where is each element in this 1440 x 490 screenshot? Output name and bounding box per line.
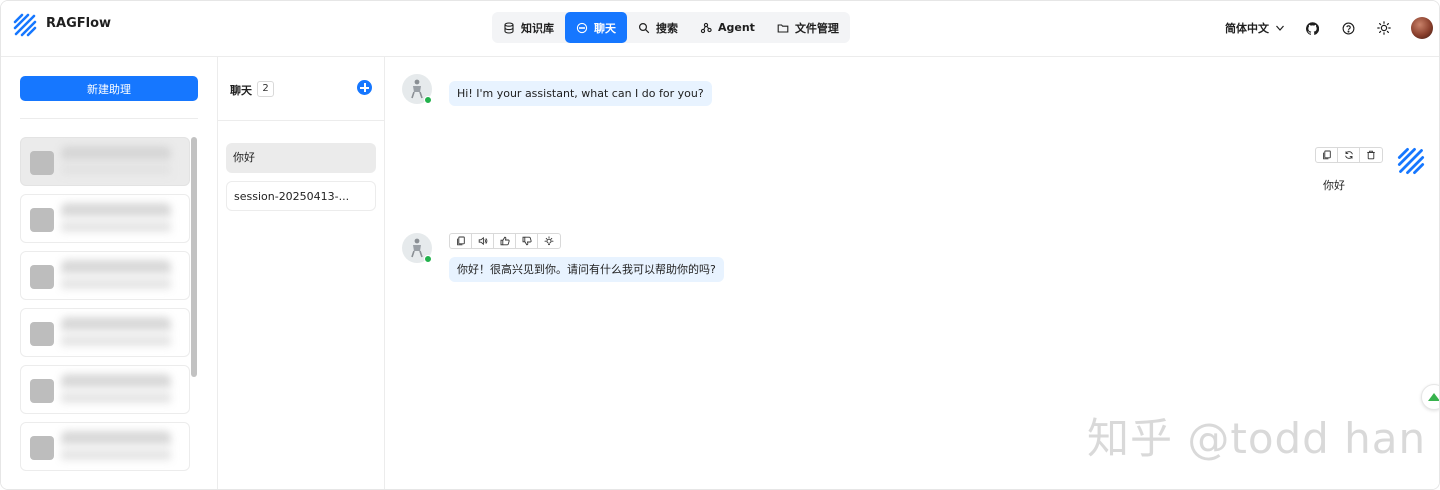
language-label: 简体中文 [1225,22,1269,35]
assistant-avatar [30,208,54,232]
session-panel: 聊天 2 你好 session-20250413-... [218,57,385,489]
main-nav: 知识库 聊天 搜索 Agent 文件管理 [492,12,850,43]
assistant-card[interactable] [20,194,190,243]
thumbs-down-icon[interactable] [516,234,538,248]
nav-label: 文件管理 [794,21,839,35]
agent-graph-icon [700,22,712,33]
header-tools: 简体中文 [1225,17,1433,39]
assistant-info-blurred [61,260,171,294]
nav-label: Agent [718,21,755,34]
assistant-reply-bubble: 你好！很高兴见到你。请问有什么我可以帮助你的吗? [449,257,724,282]
user-message-text: 你好 [1323,179,1345,192]
app-window: RAGFlow 知识库 聊天 搜索 Agent 文件管理 简体中文 新建助理 聊… [0,0,1440,490]
new-assistant-button[interactable]: 新建助理 [20,76,198,101]
user-ragflow-avatar-icon [1397,147,1425,175]
nav-knowledge-base[interactable]: 知识库 [492,12,565,43]
add-session-plus-icon[interactable] [357,80,372,95]
chat-bubble-icon [576,22,588,33]
assistant-avatar [30,322,54,346]
assistant-info-blurred [61,203,171,237]
nav-label: 知识库 [521,21,554,35]
session-item[interactable]: session-20250413-... [226,181,376,211]
user-avatar[interactable] [1411,17,1433,39]
assistant-card[interactable] [20,422,190,471]
language-select[interactable]: 简体中文 [1225,20,1285,36]
session-item[interactable]: 你好 [226,143,376,173]
online-status-dot [424,255,432,263]
folder-icon [777,23,789,33]
floating-widget-icon[interactable] [1421,384,1439,410]
assistant-avatar [30,151,54,175]
assistant-greeting-bubble: Hi! I'm your assistant, what can I do fo… [449,81,712,106]
assistant-message-actions [449,233,561,249]
assistant-info-blurred [61,431,171,465]
assistant-card[interactable] [20,308,190,357]
session-panel-header: 聊天 2 [218,57,384,121]
nav-file-management[interactable]: 文件管理 [766,12,850,43]
divider [20,118,198,119]
database-icon [504,21,514,34]
assistant-list [20,137,190,479]
assistant-avatar [30,265,54,289]
copy-icon[interactable] [450,234,472,248]
assistant-avatar [30,379,54,403]
assistant-card[interactable] [20,251,190,300]
assistant-info-blurred [61,374,171,408]
github-icon[interactable] [1303,19,1321,37]
nav-agent[interactable]: Agent [689,12,766,43]
thumbs-up-icon[interactable] [494,234,516,248]
session-panel-title: 聊天 [230,84,252,97]
nav-search[interactable]: 搜索 [627,12,689,43]
search-icon [638,22,650,33]
assistant-sidebar: 新建助理 [1,57,218,489]
speaker-icon[interactable] [472,234,494,248]
assistant-info-blurred [61,317,171,351]
brand-name: RAGFlow [46,16,112,31]
online-status-dot [424,96,432,104]
delete-icon[interactable] [1360,148,1382,162]
user-message-actions [1315,147,1383,163]
assistant-info-blurred [61,146,171,180]
nav-chat[interactable]: 聊天 [565,12,627,43]
nav-label: 搜索 [656,21,678,35]
help-icon[interactable] [1339,19,1357,37]
regenerate-icon[interactable] [1338,148,1360,162]
assistant-list-scrollbar[interactable] [191,137,197,377]
chevron-down-icon [1276,25,1284,31]
watermark: 知乎 @todd han [1087,414,1427,463]
nav-label: 聊天 [594,21,616,35]
theme-sun-icon[interactable] [1375,19,1393,37]
assistant-avatar [30,436,54,460]
assistant-card[interactable] [20,137,190,186]
session-count-badge: 2 [257,81,274,97]
lightbulb-icon[interactable] [538,234,560,248]
assistant-card[interactable] [20,365,190,414]
ragflow-logo-icon[interactable] [13,13,37,37]
top-header: RAGFlow 知识库 聊天 搜索 Agent 文件管理 简体中文 [1,1,1439,57]
copy-icon[interactable] [1316,148,1338,162]
